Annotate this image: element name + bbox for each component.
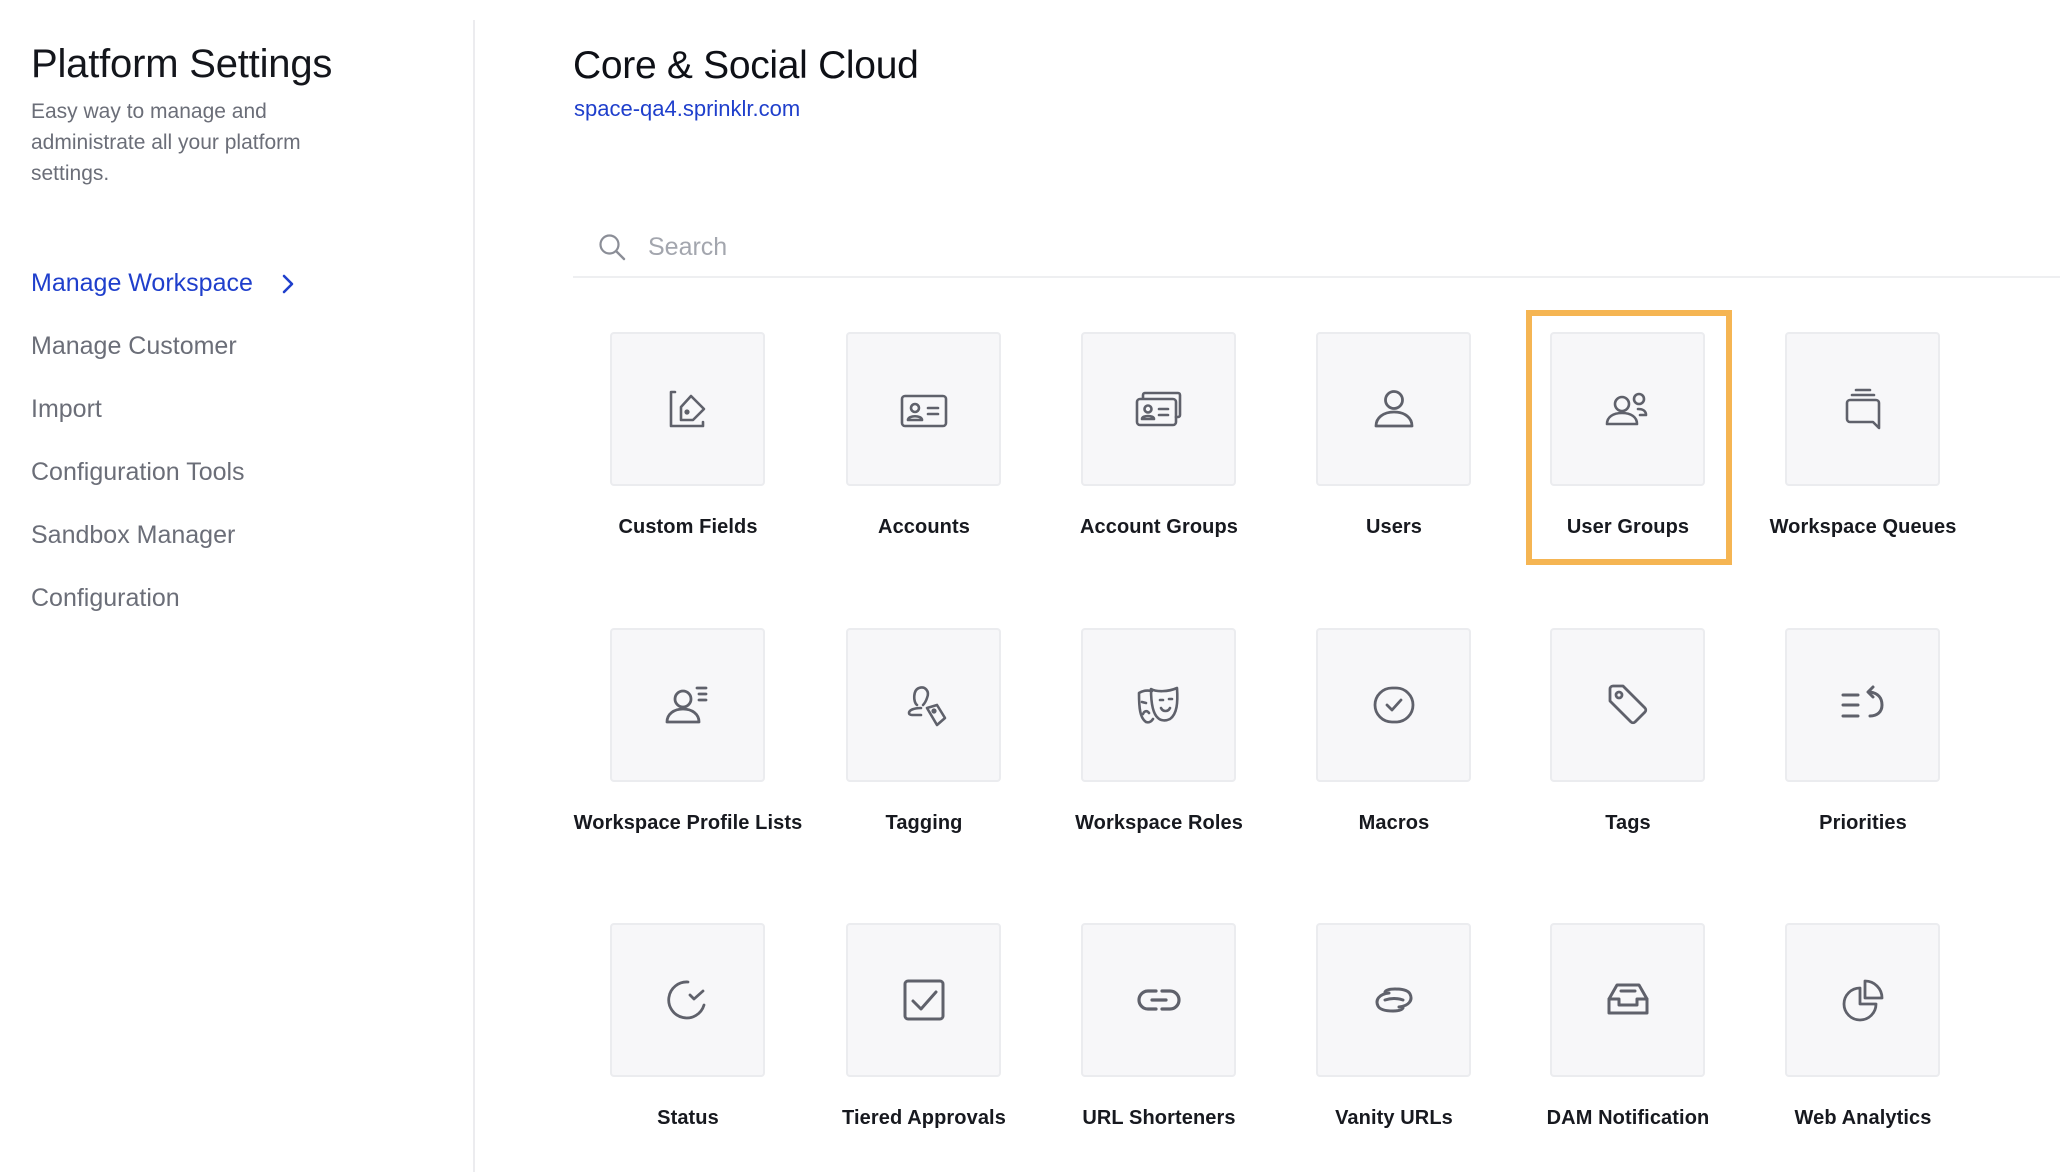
- tile: [846, 628, 1001, 782]
- sidebar-description: Easy way to manage and administrate all …: [31, 100, 301, 185]
- tile: [1081, 923, 1236, 1077]
- card-label: Workspace Profile Lists: [573, 812, 803, 834]
- sidebar-item-configuration[interactable]: Configuration: [31, 567, 299, 630]
- card-label: Web Analytics: [1794, 1107, 1932, 1129]
- tile: [1316, 923, 1471, 1077]
- sidebar-title: Platform Settings: [31, 42, 333, 86]
- tile: [610, 332, 765, 486]
- check-circle-icon: [1373, 686, 1414, 724]
- card-workspace-roles[interactable]: Workspace Roles: [1041, 628, 1277, 868]
- card-label: Workspace Roles: [1075, 812, 1243, 834]
- user-tag-icon: [907, 686, 946, 727]
- tile: [846, 332, 1001, 486]
- tile: [1785, 332, 1940, 486]
- page-title: Core & Social Cloud: [573, 44, 919, 87]
- card-users[interactable]: Users: [1276, 332, 1512, 572]
- card-label: Tiered Approvals: [842, 1107, 1006, 1129]
- sidebar-item-label: Configuration Tools: [31, 458, 245, 486]
- tile: [1316, 332, 1471, 486]
- tile: [1550, 923, 1705, 1077]
- tile: [1785, 923, 1940, 1077]
- tile: [1550, 332, 1705, 486]
- workspace-url-link[interactable]: space-qa4.sprinklr.com: [574, 96, 800, 122]
- card-label: Tagging: [885, 812, 963, 834]
- card-accounts[interactable]: Accounts: [806, 332, 1042, 572]
- card-label: Users: [1365, 516, 1423, 538]
- pie-chart-icon: [1842, 979, 1883, 1022]
- tag-icon: [1608, 684, 1647, 725]
- tile: [1081, 332, 1236, 486]
- search-input[interactable]: [646, 224, 1550, 270]
- theater-masks-icon: [1137, 686, 1179, 724]
- card-label: Accounts: [878, 516, 970, 538]
- card-label: URL Shorteners: [1082, 1107, 1236, 1129]
- search-icon: [597, 232, 627, 262]
- sidebar-nav: Manage Workspace Manage Customer Import …: [31, 252, 299, 630]
- card-web-analytics[interactable]: Web Analytics: [1745, 923, 1981, 1163]
- card-account-groups[interactable]: Account Groups: [1041, 332, 1277, 572]
- sidebar-item-manage-customer[interactable]: Manage Customer: [31, 315, 299, 378]
- sidebar-item-label: Manage Customer: [31, 332, 237, 360]
- tile: [846, 923, 1001, 1077]
- user-list-icon: [665, 686, 707, 724]
- tile: [1785, 628, 1940, 782]
- search-bar: [573, 218, 2060, 278]
- inbox-tray-icon: [1607, 983, 1648, 1015]
- sidebar-divider: [473, 20, 475, 1172]
- card-label: Vanity URLs: [1335, 1107, 1453, 1129]
- card-user-groups[interactable]: User Groups: [1510, 332, 1746, 572]
- card-label: Custom Fields: [618, 516, 758, 538]
- card-label: Workspace Queues: [1769, 516, 1957, 538]
- chevron-right-icon: [277, 273, 299, 295]
- card-workspace-queues[interactable]: Workspace Queues: [1745, 332, 1981, 572]
- priority-list-icon: [1841, 685, 1883, 718]
- sidebar-item-configuration-tools[interactable]: Configuration Tools: [31, 441, 299, 504]
- sidebar-item-label: Manage Workspace: [31, 269, 253, 297]
- card-dam-notification[interactable]: DAM Notification: [1510, 923, 1746, 1163]
- sidebar-item-manage-workspace[interactable]: Manage Workspace: [31, 252, 299, 315]
- sidebar-item-label: Import: [31, 395, 102, 423]
- tile: [610, 628, 765, 782]
- card-label: Macros: [1358, 812, 1430, 834]
- sidebar: Platform Settings Easy way to manage and…: [0, 0, 474, 1172]
- sidebar-item-import[interactable]: Import: [31, 378, 299, 441]
- edit-tag-icon: [669, 390, 705, 428]
- card-workspace-profile-lists[interactable]: Workspace Profile Lists: [570, 628, 806, 868]
- sidebar-item-label: Configuration: [31, 584, 180, 612]
- link-icon: [1136, 989, 1181, 1011]
- card-vanity-urls[interactable]: Vanity URLs: [1276, 923, 1512, 1163]
- card-label: Status: [657, 1107, 719, 1129]
- card-tagging[interactable]: Tagging: [806, 628, 1042, 868]
- sidebar-item-sandbox-manager[interactable]: Sandbox Manager: [31, 504, 299, 567]
- id-card-icon: [900, 394, 947, 428]
- card-url-shorteners[interactable]: URL Shorteners: [1041, 923, 1277, 1163]
- id-cards-stack-icon: [1135, 391, 1181, 427]
- tile: [610, 923, 765, 1077]
- tile: [1316, 628, 1471, 782]
- card-custom-fields[interactable]: Custom Fields: [570, 332, 806, 572]
- card-tiered-approvals[interactable]: Tiered Approvals: [806, 923, 1042, 1163]
- card-label: DAM Notification: [1546, 1107, 1710, 1129]
- user-icon: [1374, 390, 1413, 428]
- chain-link-icon: [1375, 987, 1412, 1013]
- card-macros[interactable]: Macros: [1276, 628, 1512, 868]
- sidebar-item-label: Sandbox Manager: [31, 521, 236, 549]
- users-group-icon: [1605, 392, 1647, 426]
- chat-queue-icon: [1845, 388, 1880, 430]
- status-check-icon: [666, 980, 705, 1020]
- tile: [1081, 628, 1236, 782]
- tile: [1550, 628, 1705, 782]
- card-label: Priorities: [1819, 812, 1907, 834]
- card-priorities[interactable]: Priorities: [1745, 628, 1981, 868]
- card-status[interactable]: Status: [570, 923, 806, 1163]
- card-label: Account Groups: [1079, 516, 1239, 538]
- card-tags[interactable]: Tags: [1510, 628, 1746, 868]
- card-label: Tags: [1605, 812, 1651, 834]
- card-label: User Groups: [1566, 516, 1690, 538]
- checkbox-icon: [903, 979, 944, 1021]
